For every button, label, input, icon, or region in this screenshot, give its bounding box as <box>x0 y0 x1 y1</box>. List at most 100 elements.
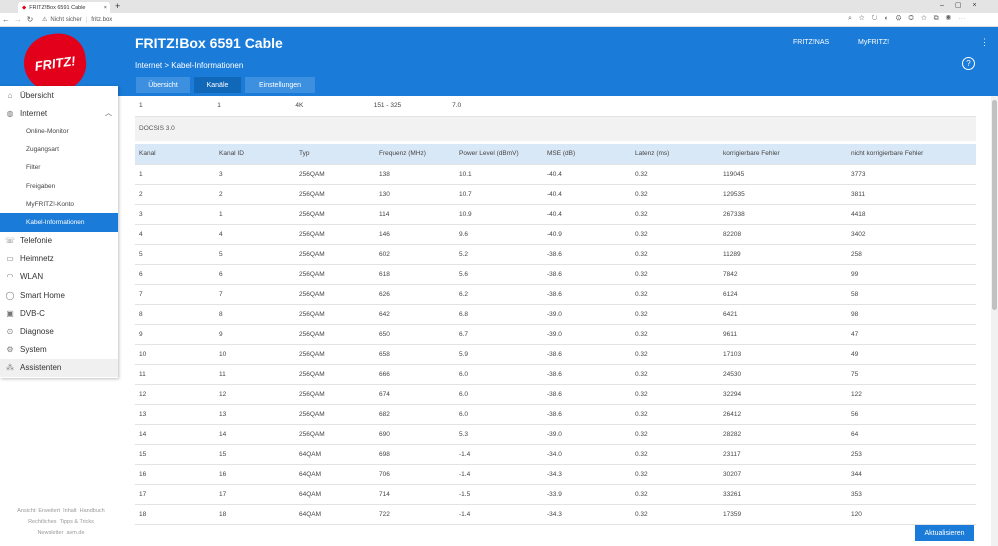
table-cell: 1 <box>135 164 215 185</box>
footer-view-link[interactable]: Ansicht: Erweitert <box>17 508 60 514</box>
table-cell: 256QAM <box>295 224 375 245</box>
tab-einstellungen[interactable]: Einstellungen <box>245 77 315 93</box>
sidebar-sub-kabel-informationen[interactable]: Kabel-Informationen <box>0 213 118 232</box>
table-row: 6 6 256QAM 618 5.6 -38.6 0.32 7842 99 <box>135 264 976 285</box>
table-cell: 64 <box>847 424 976 445</box>
back-icon[interactable]: ← <box>0 15 12 24</box>
wizard-icon: ⁂ <box>6 363 14 373</box>
sidebar-sub-freigaben[interactable]: Freigaben <box>0 177 118 195</box>
table-cell: 99 <box>847 264 976 285</box>
footer-legal-link[interactable]: Rechtliches <box>28 519 56 525</box>
table-cell: 0.32 <box>631 164 719 185</box>
table-cell: 0.32 <box>631 244 719 265</box>
table-cell: -1.5 <box>455 484 543 505</box>
table-cell: -38.6 <box>543 364 631 385</box>
footer-tips-link[interactable]: Tipps & Tricks <box>60 519 94 525</box>
tab-kanaele[interactable]: Kanäle <box>194 77 241 93</box>
wifi-icon: ◠ <box>6 272 14 282</box>
browser-toolbar-icons[interactable]: ⌕☆↻◐⚙◎☆⧉◉⋯ <box>848 15 972 23</box>
table-cell: 682 <box>375 404 455 425</box>
table-cell: -33.9 <box>543 484 631 505</box>
table-cell: 0.32 <box>631 504 719 525</box>
table-cell: 3811 <box>847 184 976 205</box>
table-cell: 122 <box>847 384 976 405</box>
table-cell: 0.32 <box>631 424 719 445</box>
table-cell: 64QAM <box>295 504 375 525</box>
table-cell: 49 <box>847 344 976 365</box>
sidebar-sub-online-monitor[interactable]: Online-Monitor <box>0 122 118 140</box>
table-cell: 6421 <box>719 304 847 325</box>
table-cell: 10.9 <box>455 204 543 225</box>
table-cell: 4418 <box>847 204 976 225</box>
table-cell: 256QAM <box>295 284 375 305</box>
table-cell: 0.32 <box>631 484 719 505</box>
footer-content-link[interactable]: Inhalt <box>63 508 76 514</box>
sidebar-sub-zugangsart[interactable]: Zugangsart <box>0 141 118 159</box>
table-cell: -34.0 <box>543 444 631 465</box>
table-cell: 0.32 <box>631 344 719 365</box>
scrollbar-thumb[interactable] <box>992 100 997 310</box>
table-cell: 9 <box>215 324 295 345</box>
sidebar-item-telefonie[interactable]: ☏ Telefonie <box>0 232 118 250</box>
table-cell: -34.3 <box>543 504 631 525</box>
myfritz-link[interactable]: MyFRITZ! <box>858 39 889 46</box>
sidebar-item-smart-home[interactable]: ◯ Smart Home <box>0 286 118 304</box>
sidebar-item-internet[interactable]: ◍ Internet ︿ <box>0 104 118 122</box>
table-cell: 6124 <box>719 284 847 305</box>
table-cell: 18 <box>215 504 295 525</box>
table-row: 14 14 256QAM 690 5.3 -39.0 0.32 28282 64 <box>135 424 976 445</box>
sidebar-item-uebersicht[interactable]: ⌂ Übersicht <box>0 86 118 104</box>
table-cell: 256QAM <box>295 424 375 445</box>
footer-avm-link[interactable]: avm.de <box>67 530 85 536</box>
url-field[interactable]: fritz.box <box>91 17 112 23</box>
fritznas-link[interactable]: FRITZ!NAS <box>793 39 829 46</box>
ofdm-cell: 1 <box>135 96 214 117</box>
close-tab-icon[interactable]: × <box>104 5 107 11</box>
table-cell: 13 <box>135 404 215 425</box>
table-cell: 10.1 <box>455 164 543 185</box>
tab-uebersicht[interactable]: Übersicht <box>136 77 190 93</box>
table-cell: 13 <box>215 404 295 425</box>
table-cell: 6 <box>135 264 215 285</box>
footer-newsletter-link[interactable]: Newsletter <box>37 530 63 536</box>
security-label: Nicht sicher <box>50 16 82 23</box>
window-controls[interactable]: –▢× <box>940 1 988 9</box>
forward-icon[interactable]: → <box>12 15 24 24</box>
page-title: FRITZ!Box 6591 Cable <box>135 35 283 51</box>
tv-icon: ▣ <box>6 308 14 318</box>
footer-manual-link[interactable]: Handbuch <box>80 508 105 514</box>
table-cell: 0.32 <box>631 384 719 405</box>
table-cell: 618 <box>375 264 455 285</box>
table-cell: 0.32 <box>631 364 719 385</box>
table-cell: 17359 <box>719 504 847 525</box>
col-kanal-id: Kanal ID <box>215 144 295 165</box>
table-cell: 3773 <box>847 164 976 185</box>
table-cell: 17103 <box>719 344 847 365</box>
sidebar-item-diagnose[interactable]: ⊙ Diagnose <box>0 322 118 340</box>
aktualisieren-button[interactable]: Aktualisieren <box>915 525 974 541</box>
more-menu-icon[interactable]: ⋮ <box>980 37 989 48</box>
sidebar-sub-myfritz-konto[interactable]: MyFRITZ!-Konto <box>0 195 118 213</box>
table-header-row: Kanal Kanal ID Typ Frequenz (MHz) Power … <box>135 144 976 165</box>
help-icon[interactable]: ? <box>962 57 975 70</box>
table-cell: 0.32 <box>631 464 719 485</box>
sidebar-item-dvb-c[interactable]: ▣ DVB-C <box>0 304 118 322</box>
table-row: 15 15 64QAM 698 -1.4 -34.0 0.32 23117 253 <box>135 444 976 465</box>
sidebar-sub-filter[interactable]: Filter <box>0 159 118 177</box>
sidebar-item-wlan[interactable]: ◠ WLAN <box>0 268 118 286</box>
reload-icon[interactable]: ↻ <box>24 15 36 24</box>
table-cell: 6.7 <box>455 324 543 345</box>
sidebar-footer: Ansicht: Erweitert Inhalt Handbuch Recht… <box>4 506 118 539</box>
sidebar-item-assistenten[interactable]: ⁂ Assistenten <box>0 358 118 377</box>
table-cell: 0.32 <box>631 184 719 205</box>
table-cell: 0.32 <box>631 444 719 465</box>
browser-tab[interactable]: ◆ FRITZ!Box 6591 Cable × <box>18 2 110 13</box>
sidebar-item-system[interactable]: ⚙ System <box>0 341 118 359</box>
col-nicht-korrigierbare: nicht korrigierbare Fehler <box>847 144 976 165</box>
table-cell: 17 <box>215 484 295 505</box>
table-cell: -1.4 <box>455 444 543 465</box>
sidebar: ⌂ Übersicht ◍ Internet ︿ Online-Monitor Zug… <box>0 86 118 378</box>
sidebar-item-heimnetz[interactable]: ▭ Heimnetz <box>0 250 118 268</box>
table-cell: 256QAM <box>295 404 375 425</box>
new-tab-icon[interactable]: + <box>115 1 120 11</box>
